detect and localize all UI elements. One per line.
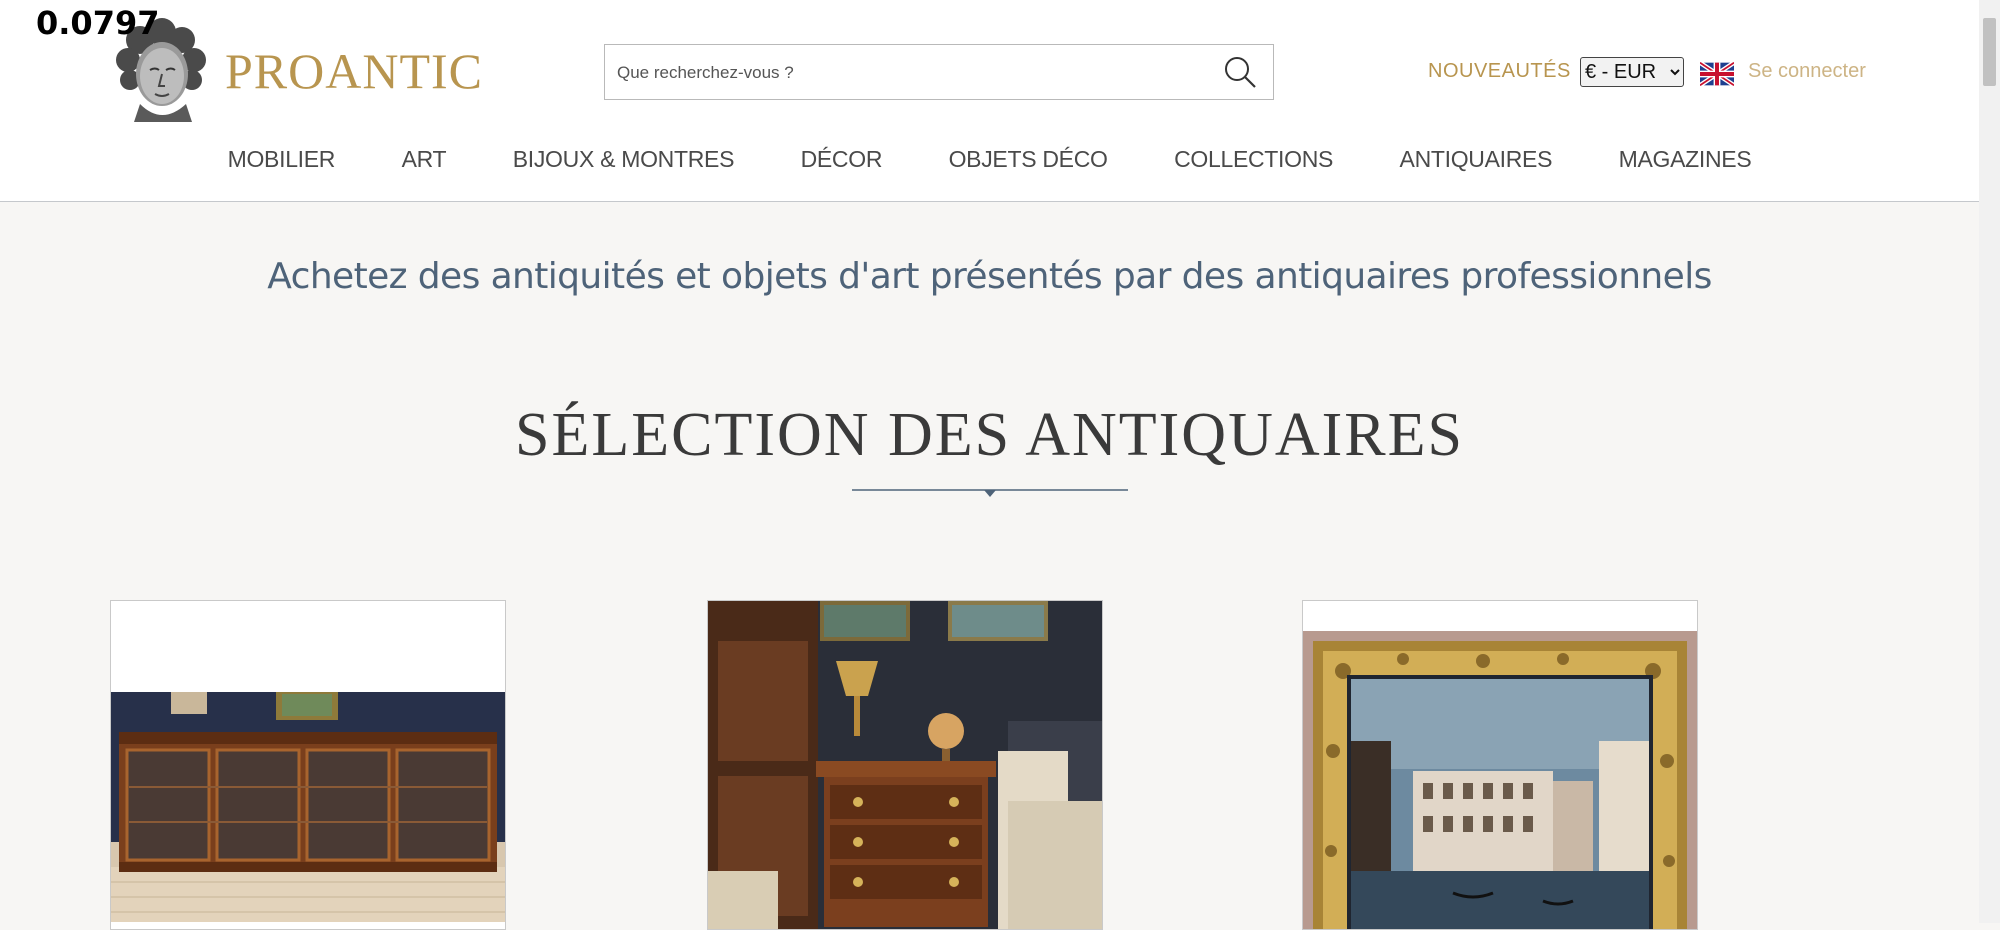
debug-overlay-value: 0.0797 [36,4,160,42]
nouveautes-link[interactable]: NOUVEAUTÉS [1428,60,1571,83]
product-card-chest[interactable] [707,600,1103,930]
nav-item-magazines[interactable]: MAGAZINES [1619,146,1752,173]
main-nav: MOBILIER ART BIJOUX & MONTRES DÉCOR OBJE… [0,146,1979,182]
site-header: PROANTIC NOUVEAUTÉS € - EUR Se connecter… [0,0,1979,202]
nav-item-objets-deco[interactable]: OBJETS DÉCO [949,146,1108,173]
uk-flag-icon[interactable] [1700,62,1734,86]
product-image-bookcase[interactable] [111,692,505,922]
login-link[interactable]: Se connecter [1748,60,1866,83]
product-card-bookcase[interactable] [110,600,506,930]
brand-name[interactable]: PROANTIC [225,42,483,100]
nav-item-collections[interactable]: COLLECTIONS [1174,146,1333,173]
currency-select[interactable]: € - EUR [1580,57,1684,87]
nav-item-antiquaires[interactable]: ANTIQUAIRES [1400,146,1553,173]
product-card-painting[interactable] [1302,600,1698,930]
nav-item-decor[interactable]: DÉCOR [801,146,883,173]
title-divider [852,489,1128,497]
product-image-chest[interactable] [708,601,1102,930]
product-image-painting[interactable] [1303,631,1697,930]
section-title: SÉLECTION DES ANTIQUAIRES [515,401,1464,469]
search-input[interactable] [615,55,1199,91]
search-bar [604,44,1274,100]
nav-item-bijoux-montres[interactable]: BIJOUX & MONTRES [513,146,735,173]
page-tagline: Achetez des antiquités et objets d'art p… [267,256,1712,297]
page-scrollbar[interactable] [1979,0,2000,923]
search-icon[interactable] [1221,53,1259,91]
scrollbar-thumb[interactable] [1983,18,1996,86]
nav-item-mobilier[interactable]: MOBILIER [228,146,336,173]
nav-item-art[interactable]: ART [402,146,447,173]
